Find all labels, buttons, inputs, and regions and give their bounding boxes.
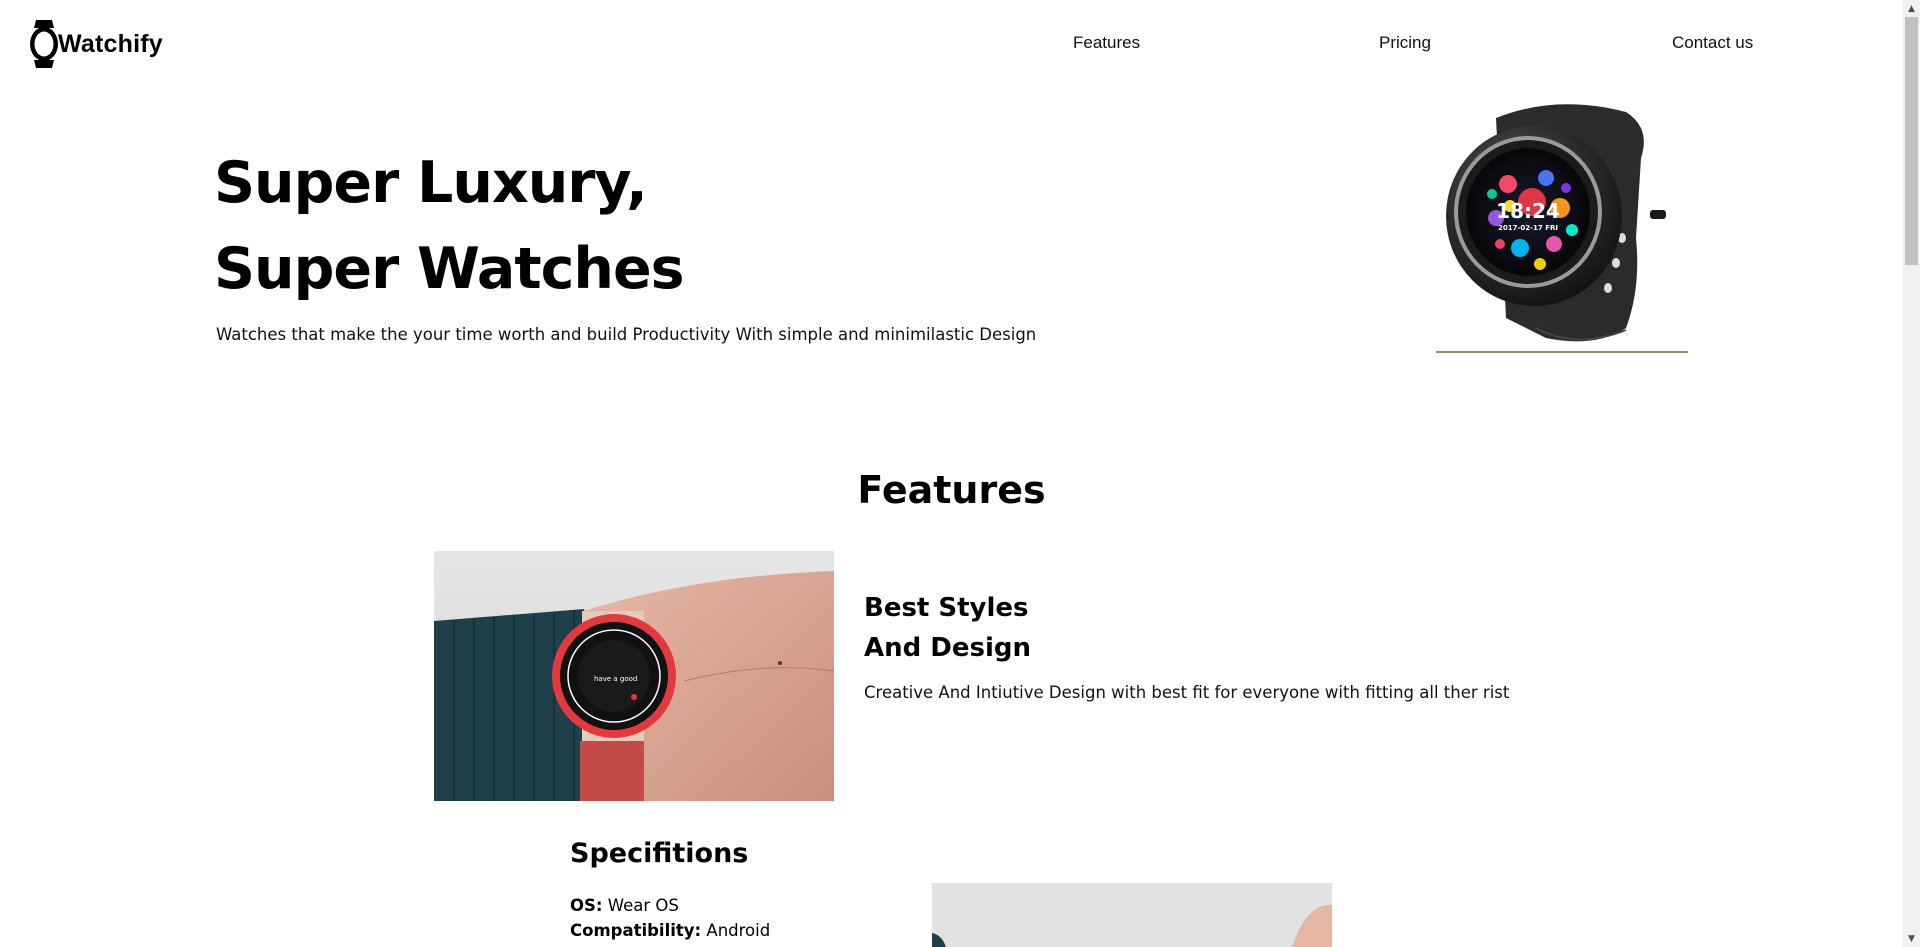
- spec-item-os: OS: Wear OS: [570, 893, 770, 918]
- page: Watchify Features Pricing Contact us Sup…: [0, 0, 1903, 947]
- feature-title-line-2: And Design: [864, 633, 1032, 663]
- feature-description: Creative And Intiutive Design with best …: [864, 683, 1510, 702]
- spec-value: Wear OS: [602, 896, 679, 915]
- spec-item-compatibility: Compatibility: Android: [570, 918, 770, 943]
- nav-link-contact-us[interactable]: Contact us: [1672, 33, 1753, 53]
- logo-text: Watchify: [58, 29, 163, 58]
- watch-date: 2017-02-17 FRI: [1498, 224, 1558, 232]
- scroll-down-icon[interactable]: ▼: [1903, 930, 1920, 947]
- nav-link-pricing[interactable]: Pricing: [1379, 33, 1431, 53]
- watch-icon: [30, 20, 58, 68]
- watch-time: 18:24: [1496, 199, 1560, 223]
- features-section-title: Features: [857, 468, 1046, 512]
- scroll-up-icon[interactable]: ▲: [1903, 0, 1920, 17]
- scrollbar-thumb[interactable]: [1905, 17, 1918, 265]
- hero-watch-image: 18:24 2017-02-17 FRI: [1436, 104, 1688, 353]
- specs-list: OS: Wear OS Compatibility: Android: [570, 893, 770, 943]
- feature-title-line-1: Best Styles: [864, 593, 1029, 623]
- hero-title-line-2: Super Watches: [214, 236, 685, 302]
- hero-subtitle: Watches that make the your time worth an…: [216, 325, 1037, 344]
- site-header: Watchify Features Pricing Contact us: [0, 0, 1903, 88]
- spec-key: Compatibility:: [570, 921, 702, 940]
- feature-title: Best Styles And Design: [864, 588, 1031, 668]
- hero-title-line-1: Super Luxury,: [214, 150, 648, 216]
- feature-watch-text: have a good: [594, 675, 637, 683]
- hero-title: Super Luxury, Super Watches: [214, 140, 685, 312]
- spec-image: [932, 883, 1332, 947]
- page-scrollbar[interactable]: ▲ ▼: [1903, 0, 1920, 947]
- feature-image: have a good: [434, 551, 834, 801]
- specs-title: Specifitions: [570, 838, 749, 869]
- spec-value: Android: [701, 921, 771, 940]
- spec-key: OS:: [570, 896, 603, 915]
- nav-link-features[interactable]: Features: [1073, 33, 1140, 53]
- logo-link[interactable]: Watchify: [28, 18, 163, 70]
